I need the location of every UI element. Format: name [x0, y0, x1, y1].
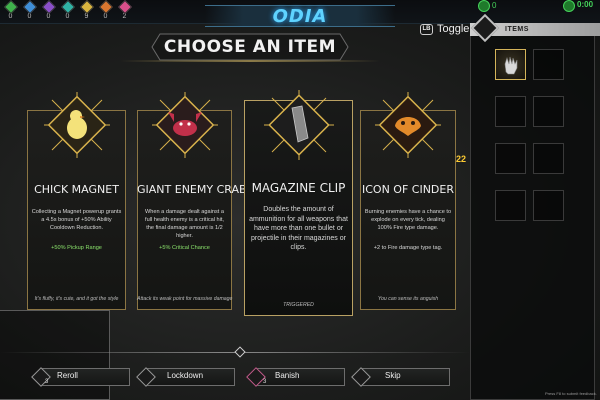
reroll-button[interactable]: [40, 368, 130, 386]
card-flavor: TRIGGERED: [283, 302, 314, 308]
magazine-clip-icon: [264, 90, 334, 160]
toggle-button[interactable]: Toggle: [437, 23, 469, 35]
reroll-label: Reroll: [57, 371, 78, 380]
card-stat: +2 to Fire damage type tag.: [373, 245, 443, 251]
blue-gem-icon: [22, 0, 37, 15]
banish-button[interactable]: [255, 368, 345, 386]
header-divider: [120, 60, 380, 62]
yellow-gem-icon: [79, 0, 94, 15]
card-flavor: It's fluffy, it's cute, and it got the s…: [34, 296, 119, 302]
cinder-icon: [375, 92, 441, 158]
teal-gem-icon: [60, 0, 75, 15]
item-slot-glove[interactable]: [495, 49, 526, 80]
resource-counter: 0: [41, 0, 56, 21]
item-slot[interactable]: [533, 49, 564, 80]
bottom-diamond-icon: [234, 346, 246, 358]
lb-key-icon: LB: [420, 24, 433, 35]
card-stat: +50% Pickup Range: [51, 245, 102, 251]
page-title: CHOOSE AN ITEM: [163, 37, 337, 57]
card-title: CHICK MAGNET: [34, 183, 119, 196]
orange-gem-icon: [98, 0, 113, 15]
feedback-hint: Press F8 to submit feedback.: [545, 391, 597, 396]
card-title: ICON OF CINDER: [361, 183, 454, 196]
banish-count: 3: [263, 379, 267, 385]
run-timer: 0:00: [577, 0, 594, 9]
green-gem-icon: [3, 0, 18, 15]
side-counter: 22: [456, 154, 467, 164]
card-description: Burning enemies have a chance to explode…: [364, 209, 452, 231]
banish-label: Banish: [275, 371, 300, 380]
purple-gem-icon: [41, 0, 56, 15]
lockdown-label: Lockdown: [167, 371, 204, 380]
card-flavor: Attack its weak point for massive damage: [137, 296, 233, 302]
reroll-count: 3: [45, 379, 49, 385]
skip-button[interactable]: [360, 368, 450, 386]
glove-icon: [504, 56, 518, 75]
resource-counter: 9: [79, 0, 94, 21]
timer-icon: [563, 0, 575, 12]
currency-icon: [478, 0, 490, 12]
card-title: MAGAZINE CLIP: [251, 181, 346, 195]
card-flavor: You can sense its anguish: [377, 296, 439, 302]
left-frame: [0, 310, 110, 400]
card-description: When a damage dealt against a full healt…: [145, 209, 224, 239]
pink-gem-icon: [117, 0, 132, 15]
currency-count: 0: [492, 1, 497, 10]
card-stat: +5% Critical Chance: [159, 245, 210, 251]
item-slot[interactable]: [495, 190, 526, 221]
items-title: ITEMS: [505, 26, 529, 33]
card-description: Collecting a Magnet powerup grants a 4.5…: [31, 209, 122, 231]
item-slot[interactable]: [495, 143, 526, 174]
item-slot[interactable]: [533, 96, 564, 127]
item-slot[interactable]: [495, 96, 526, 127]
resource-counter: 0: [3, 0, 18, 21]
chick-icon: [44, 92, 110, 158]
resource-counter: 0: [22, 0, 37, 21]
game-logo: ODIA: [272, 6, 328, 27]
card-title: GIANT ENEMY CRAB: [137, 183, 247, 196]
item-slot[interactable]: [533, 143, 564, 174]
resource-counter: 0: [98, 0, 113, 21]
skip-label: Skip: [385, 371, 401, 380]
crab-icon: [152, 92, 218, 158]
card-description: Doubles the amount of ammunition for all…: [249, 206, 348, 251]
resource-counter: 2: [117, 0, 132, 21]
item-slot[interactable]: [533, 190, 564, 221]
resource-counter: 0: [60, 0, 75, 21]
